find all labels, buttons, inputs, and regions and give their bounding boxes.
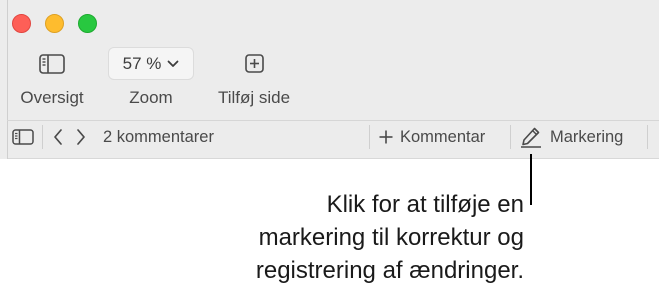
sidebar-toolbar-button[interactable]: Oversigt: [14, 50, 90, 110]
comment-count: 2 kommentarer: [103, 127, 214, 146]
callout-line-1: Klik for at tilføje en: [326, 191, 524, 218]
add-page-button[interactable]: Tilføj side: [209, 50, 299, 110]
sidebar-label: Oversigt: [20, 88, 84, 107]
zoom-label: Zoom: [129, 88, 173, 107]
previous-comment-button[interactable]: [52, 126, 64, 148]
sidebar-icon: [12, 129, 34, 145]
minimize-window-button[interactable]: [45, 14, 64, 33]
add-comment-label: Kommentar: [400, 127, 486, 146]
sidebar-icon: [39, 54, 65, 74]
zoom-value: 57 %: [122, 53, 162, 73]
zoom-label-wrap: Zoom: [108, 88, 194, 108]
plus-icon: [379, 130, 393, 144]
divider: [647, 125, 648, 149]
divider: [42, 125, 43, 149]
add-page-label: Tilføj side: [217, 88, 291, 107]
pen-icon: [521, 127, 541, 148]
divider: [510, 125, 511, 149]
window-frame: [0, 0, 8, 159]
callout-text: Klik for at tilføje en markering til kor…: [4, 188, 524, 287]
close-window-button[interactable]: [12, 14, 31, 33]
callout-pointer-line: [530, 154, 532, 205]
chevron-left-icon: [54, 129, 62, 145]
zoom-popup[interactable]: 57 %: [108, 47, 194, 80]
app-window: Oversigt 57 % Zoom Tilføj side 2 komment…: [0, 0, 659, 159]
markup-label: Markering: [550, 127, 624, 146]
callout-line-3: registrering af ændringer.: [255, 257, 524, 284]
maximize-window-button[interactable]: [78, 14, 97, 33]
divider: [369, 125, 370, 149]
callout-line-2: markering til korrektur og: [258, 224, 524, 251]
comments-sidebar-toggle[interactable]: [12, 126, 34, 148]
add-comment-button[interactable]: Kommentar: [378, 126, 485, 148]
add-page-icon: [245, 54, 264, 73]
next-comment-button[interactable]: [75, 126, 87, 148]
chevron-down-icon: [167, 60, 179, 67]
markup-button[interactable]: Markering: [520, 126, 623, 148]
chevron-right-icon: [77, 129, 85, 145]
toolbar-divider: [7, 120, 659, 121]
